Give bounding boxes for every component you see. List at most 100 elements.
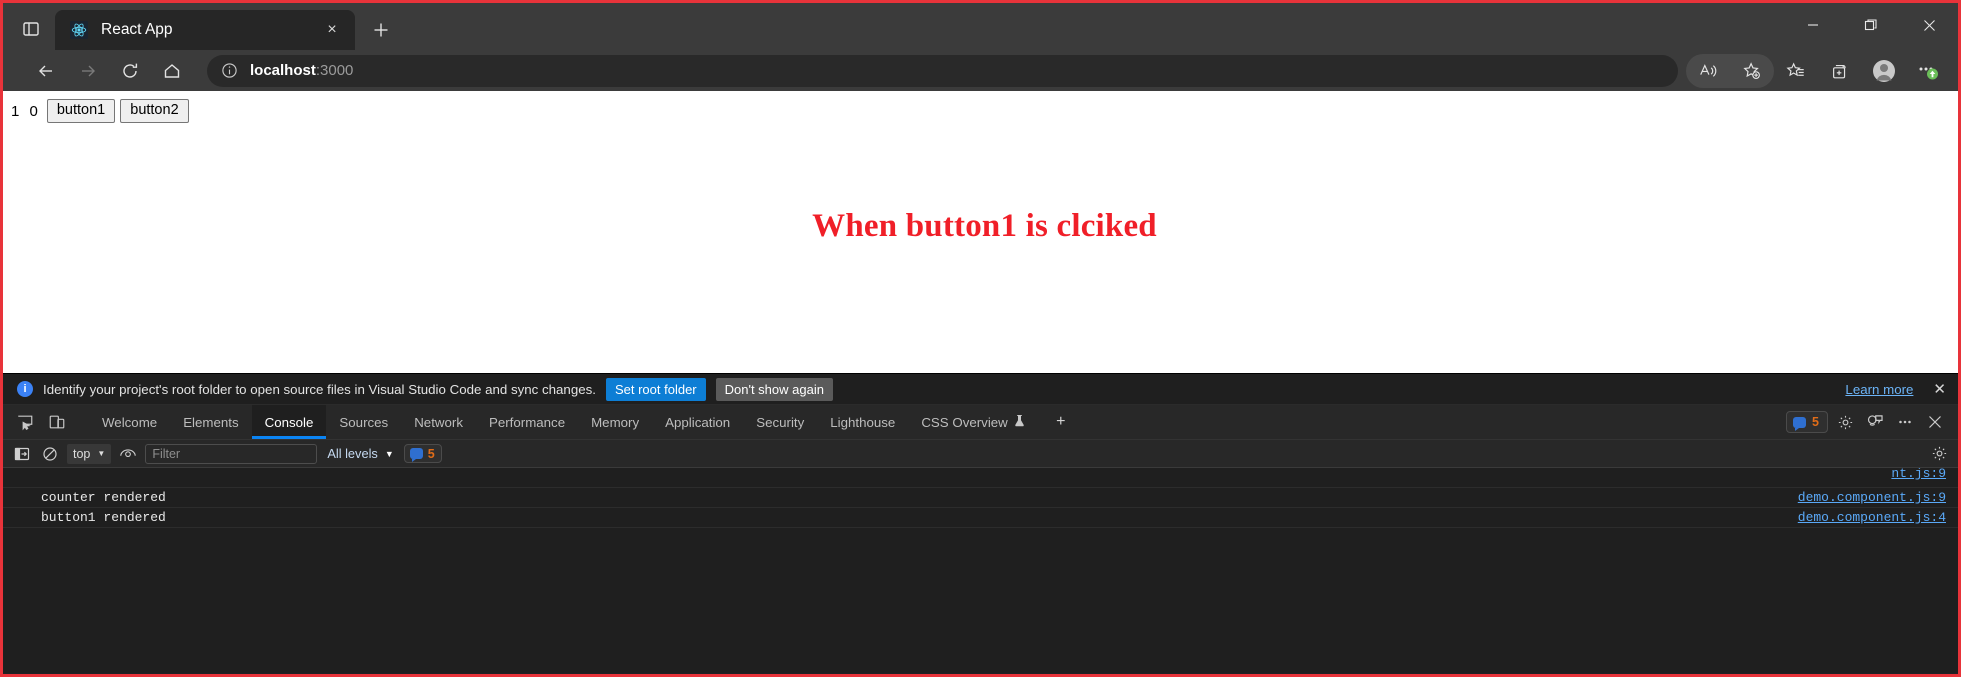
- browser-window: React App × localhost:3000 1 0 button1 b…: [0, 0, 1961, 677]
- tab-label: Welcome: [102, 414, 158, 430]
- tab-label: CSS Overview: [921, 414, 1008, 430]
- close-devtools-icon[interactable]: [1922, 409, 1948, 435]
- tab-css-overview[interactable]: CSS Overview: [908, 405, 1037, 439]
- titlebar: React App ×: [3, 3, 1958, 50]
- back-arrow-icon[interactable]: [25, 54, 67, 88]
- address-bar[interactable]: localhost:3000: [207, 54, 1678, 87]
- set-root-folder-button[interactable]: Set root folder: [605, 377, 706, 401]
- new-tab-button[interactable]: [363, 12, 399, 48]
- page-content: 1 0 button1 button2 When button1 is clci…: [3, 91, 1958, 373]
- add-panel-button[interactable]: +: [1046, 409, 1076, 436]
- learn-more-link[interactable]: Learn more: [1845, 382, 1913, 397]
- tab-search-icon[interactable]: [9, 9, 53, 49]
- restore-button[interactable]: [1842, 3, 1900, 47]
- browser-tab[interactable]: React App ×: [55, 10, 355, 50]
- infobar-message: Identify your project's root folder to o…: [43, 381, 596, 397]
- console-log-list[interactable]: nt.js:9 counter rendered demo.component.…: [3, 468, 1958, 673]
- chevron-down-icon: ▼: [384, 448, 394, 459]
- tab-welcome[interactable]: Welcome: [89, 405, 170, 439]
- devtools-tabbar: Welcome Elements Console Sources Network…: [3, 405, 1958, 440]
- log-row[interactable]: counter rendered demo.component.js:9: [3, 488, 1958, 508]
- execution-context-select[interactable]: top ▼: [67, 443, 112, 464]
- chevron-down-icon: ▼: [97, 449, 106, 458]
- console-prompt[interactable]: [3, 528, 1958, 550]
- tab-label: Lighthouse: [830, 414, 896, 430]
- feedback-icon[interactable]: [1862, 409, 1888, 435]
- infobar-close-icon[interactable]: ✕: [1923, 380, 1948, 398]
- browser-toolbar-right: [1686, 53, 1950, 88]
- inspect-element-icon[interactable]: [11, 409, 39, 436]
- tab-console[interactable]: Console: [251, 405, 327, 439]
- execution-context-value: top: [73, 446, 91, 461]
- react-atom-icon: [69, 20, 89, 40]
- message-count: 5: [1812, 415, 1819, 429]
- page-heading: When button1 is clciked: [812, 208, 1157, 245]
- flask-icon: [1014, 414, 1025, 430]
- window-controls: [1784, 3, 1958, 47]
- live-expression-eye-icon[interactable]: [117, 443, 139, 465]
- url-text: localhost:3000: [250, 62, 353, 79]
- read-aloud-icon[interactable]: [1686, 54, 1730, 88]
- console-sidebar-icon[interactable]: [11, 443, 33, 465]
- console-toolbar: top ▼ All levels ▼ 5: [3, 440, 1958, 468]
- tab-label: Security: [756, 414, 805, 430]
- log-level-value: All levels: [327, 446, 378, 461]
- log-source-link[interactable]: nt.js:9: [1891, 468, 1946, 481]
- tab-label: Memory: [591, 414, 640, 430]
- devtools-tab-list: Welcome Elements Console Sources Network…: [89, 405, 1076, 439]
- minimize-button[interactable]: [1784, 3, 1842, 47]
- tab-title: React App: [101, 21, 173, 38]
- button2[interactable]: button2: [120, 99, 189, 124]
- more-options-icon[interactable]: [1892, 409, 1918, 435]
- tab-label: Console: [264, 414, 314, 430]
- dont-show-again-button[interactable]: Don't show again: [715, 377, 833, 401]
- devtools-tabbar-actions: 5: [1786, 409, 1958, 435]
- close-window-button[interactable]: [1900, 3, 1958, 47]
- tab-elements[interactable]: Elements: [170, 405, 251, 439]
- log-level-select[interactable]: All levels ▼: [323, 446, 397, 461]
- collections-icon[interactable]: [1818, 54, 1862, 88]
- tab-label: Application: [665, 414, 731, 430]
- tab-lighthouse[interactable]: Lighthouse: [817, 405, 908, 439]
- message-bubble-icon: [1793, 416, 1807, 431]
- tab-close-icon[interactable]: ×: [319, 17, 345, 43]
- tab-performance[interactable]: Performance: [476, 405, 578, 439]
- tab-label: Network: [414, 414, 463, 430]
- log-row[interactable]: nt.js:9: [3, 468, 1958, 488]
- home-icon[interactable]: [151, 54, 193, 88]
- tab-network[interactable]: Network: [401, 405, 476, 439]
- tab-sources[interactable]: Sources: [326, 405, 401, 439]
- counter-value: 1 0: [11, 102, 41, 120]
- tab-security[interactable]: Security: [743, 405, 817, 439]
- log-row[interactable]: button1 rendered demo.component.js:4: [3, 508, 1958, 528]
- log-message: counter rendered: [41, 490, 166, 505]
- device-toolbar-icon[interactable]: [43, 409, 71, 436]
- console-toolbar-right: [1928, 443, 1950, 465]
- info-circle-icon[interactable]: [221, 62, 238, 79]
- tab-label: Elements: [183, 414, 239, 430]
- navigation-bar: localhost:3000: [3, 50, 1958, 91]
- console-message-count: 5: [427, 446, 435, 461]
- profile-avatar[interactable]: [1862, 54, 1906, 88]
- tab-application[interactable]: Application: [652, 405, 743, 439]
- omnibox-actions-group: [1686, 53, 1774, 88]
- reload-icon[interactable]: [109, 54, 151, 88]
- log-source-link[interactable]: demo.component.js:9: [1798, 490, 1946, 505]
- filter-input[interactable]: [145, 443, 318, 464]
- forward-arrow-icon[interactable]: [67, 54, 109, 88]
- tab-memory[interactable]: Memory: [578, 405, 652, 439]
- console-settings-gear-icon[interactable]: [1928, 443, 1950, 465]
- log-source-link[interactable]: demo.component.js:4: [1798, 510, 1946, 525]
- devtools-panel: i Identify your project's root folder to…: [3, 373, 1958, 673]
- settings-more-icon[interactable]: [1906, 54, 1950, 88]
- message-bubble-icon: [409, 448, 423, 462]
- clear-console-icon[interactable]: [39, 443, 61, 465]
- message-count-badge[interactable]: 5: [1786, 411, 1828, 433]
- favorites-icon[interactable]: [1774, 54, 1818, 88]
- url-port: :3000: [315, 62, 354, 79]
- button1[interactable]: button1: [46, 99, 116, 124]
- settings-gear-icon[interactable]: [1832, 409, 1858, 435]
- tab-label: Sources: [339, 414, 389, 430]
- add-favorite-icon[interactable]: [1730, 54, 1774, 88]
- console-message-count-badge[interactable]: 5: [403, 444, 442, 463]
